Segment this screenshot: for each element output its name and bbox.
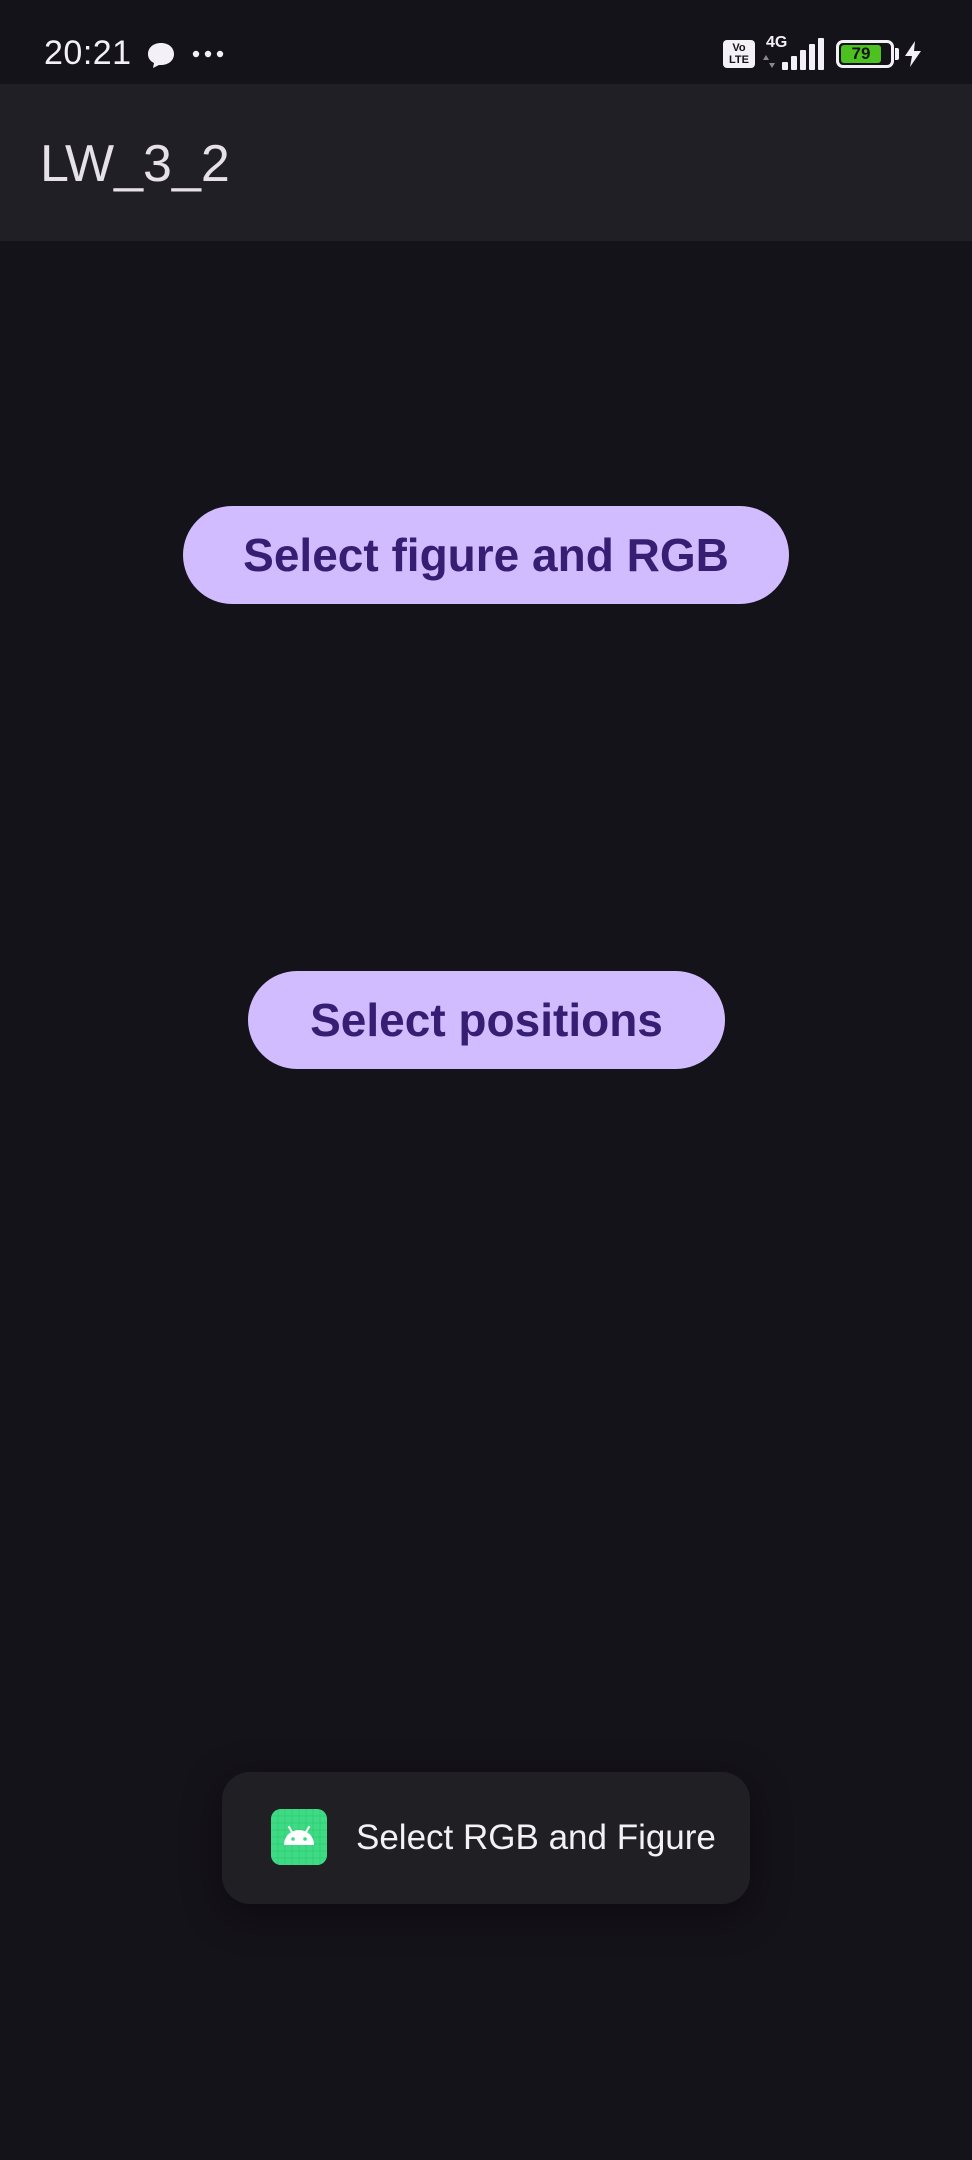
- battery-tip: [895, 48, 899, 60]
- battery-level: 79: [841, 45, 881, 63]
- app-bar: LW_3_2: [0, 84, 972, 241]
- select-figure-and-rgb-button[interactable]: Select figure and RGB: [183, 506, 789, 604]
- battery-icon: 79: [836, 40, 894, 68]
- select-positions-button[interactable]: Select positions: [248, 971, 725, 1069]
- chat-bubble-icon: [148, 43, 174, 68]
- status-bar: 20:21 Vo LTE 4G 79: [0, 0, 972, 84]
- android-app-icon: [271, 1809, 327, 1865]
- status-time: 20:21: [44, 34, 132, 72]
- more-dots-icon: [192, 50, 224, 58]
- toast-message: Select RGB and Figure: [222, 1772, 750, 1904]
- signal-icon: [763, 38, 824, 70]
- volte-icon: Vo LTE: [723, 40, 755, 68]
- app-title: LW_3_2: [40, 135, 230, 193]
- toast-text: Select RGB and Figure: [356, 1818, 716, 1857]
- charging-icon: [905, 41, 921, 67]
